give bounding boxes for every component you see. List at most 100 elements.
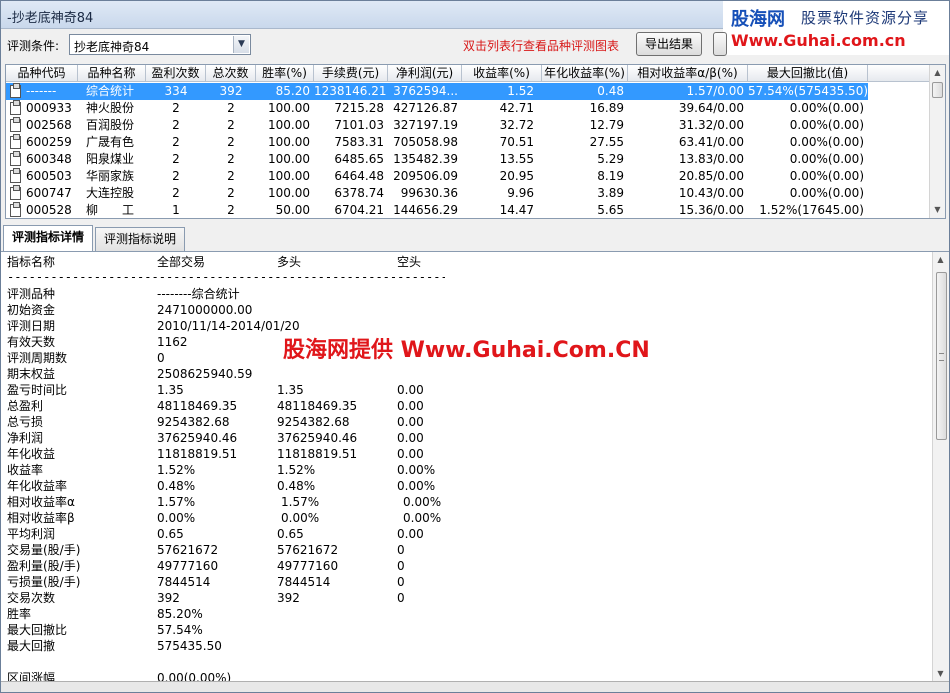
detail-scroll-thumb[interactable]: [936, 272, 947, 440]
metric-all: 1.57%: [157, 495, 196, 509]
export-results-button[interactable]: 导出结果: [636, 32, 702, 56]
cell-annual: 5.29: [597, 152, 624, 166]
metric-name: 盈亏时间比: [7, 383, 68, 397]
tab-metrics-explanation[interactable]: 评测指标说明: [95, 227, 185, 251]
table-row[interactable]: 600503 华丽家族 2 2 100.00 6464.48 209506.09 20.95 8…: [6, 168, 931, 185]
column-header[interactable]: 收益率(%): [462, 65, 542, 82]
cell-maxdd: 1.52%(17645.00): [759, 203, 864, 217]
cell-wins: 334: [164, 84, 188, 98]
metric-short: 0.00: [397, 527, 424, 541]
document-icon: [10, 117, 21, 132]
table-row[interactable]: 600259 广晟有色 2 2 100.00 7583.31 705058.98 70.51 2…: [6, 134, 931, 151]
metric-all: 49777160: [157, 559, 219, 573]
table-row[interactable]: 000933 神火股份 2 2 100.00 7215.28 427126.87 42.71 1…: [6, 100, 931, 117]
cell-fee: 6378.74: [334, 186, 384, 200]
cell-total: 2: [227, 118, 235, 132]
metric-long: 0.00%: [281, 511, 320, 525]
cell-winrate: 100.00: [268, 118, 310, 132]
scroll-down-icon[interactable]: ▼: [930, 202, 945, 218]
metric-name: 总盈利: [7, 399, 44, 413]
cell-wins: 2: [172, 118, 180, 132]
extra-button[interactable]: [713, 32, 727, 56]
cell-rel: 63.41/0.00: [678, 135, 744, 149]
cell-maxdd: 0.00%(0.00): [789, 186, 864, 200]
metric-name: 平均利润: [7, 527, 56, 541]
condition-select[interactable]: 抄老底神奇84 ▼: [69, 34, 251, 55]
metric-all: 1.52%: [157, 463, 196, 477]
cell-maxdd: 0.00%(0.00): [789, 135, 864, 149]
cell-winrate: 100.00: [268, 101, 310, 115]
column-header[interactable]: 年化收益率(%): [542, 65, 628, 82]
cell-total: 2: [227, 101, 235, 115]
metric-short: 0.00%: [397, 463, 436, 477]
table-row[interactable]: 000528 柳 工 1 2 50.00 6704.21 144656.29 14.47 5.6…: [6, 202, 931, 218]
detail-separator: ----------------------------------------…: [7, 270, 445, 284]
cell-rel: 13.83/0.00: [678, 152, 744, 166]
results-grid[interactable]: 品种代码 品种名称 盈利次数 总次数 胜率(%) 手续费(元) 净利润(元) 收益率(%) 年化…: [5, 64, 946, 219]
cell-winrate: 100.00: [268, 186, 310, 200]
document-icon: [10, 185, 21, 200]
metric-all: 0.00%: [157, 511, 196, 525]
column-header[interactable]: 品种代码: [6, 65, 78, 82]
cell-ret: 1.52: [507, 84, 534, 98]
window-title: -抄老底神奇84: [7, 11, 94, 26]
detail-scrollbar[interactable]: ▲ ▼: [932, 252, 949, 681]
cell-profit: 427126.87: [393, 101, 458, 115]
cell-annual: 8.19: [597, 169, 624, 183]
cell-name: 百润股份: [86, 118, 135, 132]
cell-code: 600348: [26, 152, 72, 166]
column-header[interactable]: 相对收益率α/β(%): [628, 65, 748, 82]
scroll-up-icon[interactable]: ▲: [930, 65, 945, 81]
column-header[interactable]: 最大回撤比(值): [748, 65, 868, 82]
cell-annual: 3.89: [597, 186, 624, 200]
cell-total: 392: [219, 84, 243, 98]
cell-profit: 144656.29: [393, 203, 458, 217]
grid-scrollbar[interactable]: ▲ ▼: [929, 65, 945, 218]
main-window: -抄老底神奇84 股海网 股票软件资源分享 Www.Guhai.com.cn 评…: [0, 0, 950, 693]
metric-long: 0.65: [277, 527, 304, 541]
metric-name: 亏损量(股/手): [7, 575, 81, 589]
detail-header-all: 全部交易: [157, 255, 206, 269]
table-row[interactable]: 600348 阳泉煤业 2 2 100.00 6485.65 135482.39 13.55 5…: [6, 151, 931, 168]
metric-name: 总亏损: [7, 415, 44, 429]
scroll-down-icon[interactable]: ▼: [933, 666, 948, 681]
table-row[interactable]: 002568 百润股份 2 2 100.00 7101.03 327197.19 32.72 1…: [6, 117, 931, 134]
metric-all: 575435.50: [157, 639, 222, 653]
cell-ret: 42.71: [499, 101, 534, 115]
cell-rel: 1.57/0.00: [686, 84, 744, 98]
cell-fee: 6464.48: [334, 169, 384, 183]
chevron-down-icon[interactable]: ▼: [233, 36, 249, 53]
metric-short: 0.00%: [403, 511, 442, 525]
grid-scroll-thumb[interactable]: [932, 82, 943, 98]
table-row[interactable]: ------- 综合统计 334 392 85.20 1238146.21 3762594.…: [6, 83, 931, 100]
cell-annual: 0.48: [597, 84, 624, 98]
cell-fee: 1238146.21: [314, 84, 387, 98]
cell-profit: 135482.39: [393, 152, 458, 166]
metric-short: 0.00: [397, 431, 424, 445]
cell-fee: 7583.31: [334, 135, 384, 149]
document-icon: [10, 83, 21, 98]
detail-header-name: 指标名称: [7, 255, 56, 269]
column-header[interactable]: 手续费(元): [314, 65, 388, 82]
cell-name: 大连控股: [86, 186, 135, 200]
grip-icon: [939, 353, 944, 361]
column-header[interactable]: 胜率(%): [256, 65, 314, 82]
cell-maxdd: 0.00%(0.00): [789, 101, 864, 115]
column-header[interactable]: 总次数: [206, 65, 256, 82]
metric-short: 0.00: [397, 383, 424, 397]
cell-ret: 20.95: [499, 169, 534, 183]
cell-wins: 1: [172, 203, 180, 217]
column-header[interactable]: 品种名称: [78, 65, 146, 82]
table-row[interactable]: 600747 大连控股 2 2 100.00 6378.74 99630.36 9.96 3.8…: [6, 185, 931, 202]
tab-strip: 评测指标详情 评测指标说明: [1, 225, 949, 251]
cell-name: 阳泉煤业: [86, 152, 135, 166]
tab-metrics-detail[interactable]: 评测指标详情: [3, 225, 93, 251]
cell-total: 2: [227, 135, 235, 149]
watermark-logo: 股海网: [731, 9, 785, 30]
scroll-up-icon[interactable]: ▲: [933, 252, 948, 268]
metric-name: 评测周期数: [7, 351, 68, 365]
column-header[interactable]: 净利润(元): [388, 65, 462, 82]
cell-rel: 31.32/0.00: [678, 118, 744, 132]
cell-wins: 2: [172, 169, 180, 183]
column-header[interactable]: 盈利次数: [146, 65, 206, 82]
